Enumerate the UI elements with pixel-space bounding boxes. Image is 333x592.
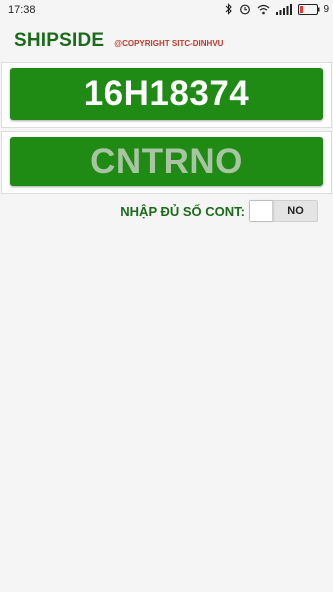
status-icons: 9 [225,3,329,15]
copyright-text: @COPYRIGHT SITC-DINHVU [114,39,224,48]
app-title: SHIPSIDE [14,30,105,51]
toggle-knob[interactable] [250,201,273,221]
vehicle-plate-card: 16H18374 [1,62,332,128]
full-cont-row: NHẬP ĐỦ SỐ CONT: NO [0,200,333,224]
bluetooth-icon [225,3,233,15]
container-number-card: CNTRNO [1,131,332,194]
full-cont-toggle[interactable]: NO [249,200,318,222]
status-time: 17:38 [8,4,36,16]
alarm-icon [239,3,251,15]
status-bar: 17:38 9 [0,0,333,22]
battery-level: 9 [323,3,329,15]
toggle-state: NO [287,205,304,217]
full-cont-label: NHẬP ĐỦ SỐ CONT: [120,204,245,219]
signal-icon [276,3,293,15]
container-number-input[interactable]: CNTRNO [10,137,323,186]
wifi-icon [257,4,270,15]
battery-icon [298,3,320,15]
vehicle-plate-field[interactable]: 16H18374 [10,68,323,120]
app-header: SHIPSIDE @COPYRIGHT SITC-DINHVU [14,30,223,54]
